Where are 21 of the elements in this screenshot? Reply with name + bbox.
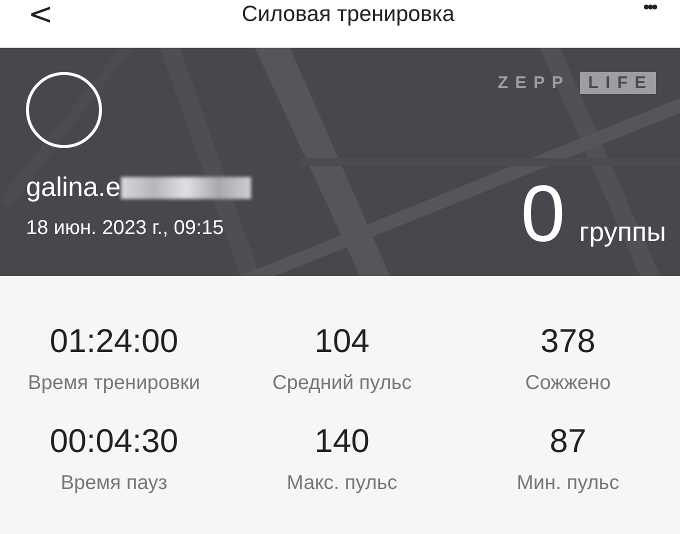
user-name: galina.e bbox=[26, 172, 121, 203]
group-count: 0 bbox=[520, 174, 566, 254]
stat-label: Сожжено bbox=[525, 372, 611, 394]
stat-label: Время пауз bbox=[60, 472, 168, 494]
page-title: Силовая тренировка bbox=[242, 2, 454, 26]
stat-label: Макс. пульс bbox=[286, 472, 398, 494]
group-unit: группы bbox=[579, 217, 666, 248]
menu-button[interactable]: ••• bbox=[643, 0, 656, 14]
stat-value: 00:04:30 bbox=[50, 424, 178, 458]
logo-badge: LIFE bbox=[580, 72, 656, 94]
stat-label: Время тренировки bbox=[28, 372, 200, 394]
stat-value: 378 bbox=[540, 324, 596, 358]
stat-value: 01:24:00 bbox=[50, 324, 178, 358]
stat-value: 140 bbox=[314, 424, 370, 458]
stat-label: Мин. пульс bbox=[516, 472, 620, 494]
stat-label: Средний пульс bbox=[272, 372, 412, 394]
stat-value: 87 bbox=[550, 424, 586, 458]
workout-date: 18 июн. 2023 г., 09:15 bbox=[26, 217, 225, 240]
logo-text: ZEPP bbox=[498, 73, 570, 93]
stat-value: 104 bbox=[314, 324, 370, 358]
back-button[interactable]: < bbox=[28, 0, 54, 30]
